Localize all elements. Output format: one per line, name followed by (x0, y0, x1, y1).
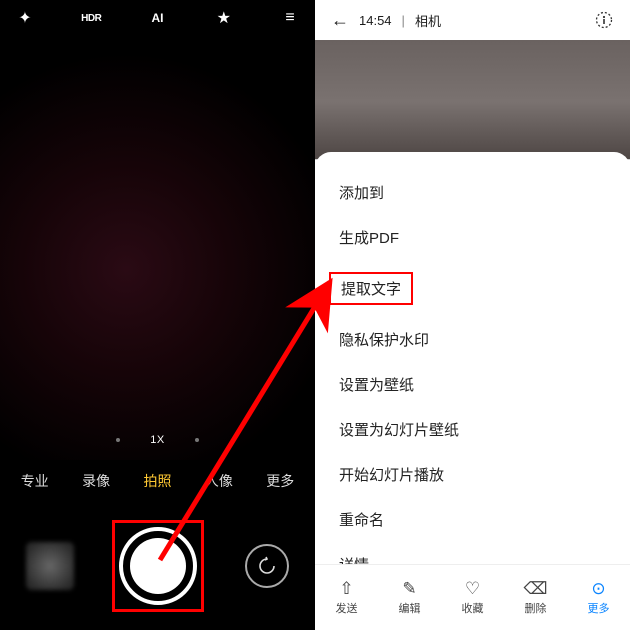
header-time: 14:54 (359, 13, 392, 28)
bottom-label: 收藏 (462, 600, 484, 616)
header-divider: | (402, 13, 405, 28)
sheet-item-start-slideshow[interactable]: 开始幻灯片播放 (315, 452, 630, 497)
gallery-pane: ← 14:54 | 相机 添加到 生成PDF 提取文字 隐私保护水印 设置为壁纸… (315, 0, 630, 630)
shutter-button[interactable] (119, 527, 197, 605)
zoom-controls: 1X (0, 434, 315, 446)
filter-icon[interactable]: ★ (213, 8, 235, 28)
mode-portrait[interactable]: 人像 (202, 471, 236, 491)
switch-camera-button[interactable] (245, 544, 289, 588)
zoom-wide-icon[interactable] (116, 438, 120, 442)
mode-video[interactable]: 录像 (79, 471, 113, 491)
bottom-favorite[interactable]: ♡ 收藏 (448, 580, 498, 616)
bottom-delete[interactable]: ⌫ 删除 (511, 580, 561, 616)
gallery-bottom-bar: ⇧ 发送 ✎ 编辑 ♡ 收藏 ⌫ 删除 ⊙ 更多 (315, 564, 630, 630)
zoom-tele-icon[interactable] (195, 438, 199, 442)
menu-icon[interactable]: ≡ (279, 9, 301, 27)
edit-icon: ✎ (402, 580, 416, 597)
bottom-label: 发送 (336, 600, 358, 616)
mode-pro[interactable]: 专业 (18, 471, 52, 491)
mode-more[interactable]: 更多 (263, 471, 297, 491)
switch-camera-icon (257, 556, 277, 576)
sheet-item-slideshow-wallpaper[interactable]: 设置为幻灯片壁纸 (315, 407, 630, 452)
sheet-item-details[interactable]: 详情 (315, 542, 630, 564)
sheet-item-add-to[interactable]: 添加到 (315, 170, 630, 215)
ai-icon[interactable]: AI (147, 11, 169, 25)
sheet-item-rename[interactable]: 重命名 (315, 497, 630, 542)
header-source: 相机 (415, 11, 441, 30)
viewfinder[interactable]: 1X (0, 36, 315, 460)
send-icon: ⇧ (339, 580, 353, 597)
zoom-level[interactable]: 1X (150, 434, 164, 446)
bottom-label: 删除 (525, 600, 547, 616)
bottom-send[interactable]: ⇧ 发送 (322, 580, 372, 616)
flash-icon[interactable]: ✦ (14, 8, 36, 28)
sheet-item-wallpaper[interactable]: 设置为壁纸 (315, 362, 630, 407)
highlight-box-extract-text: 提取文字 (329, 272, 413, 305)
bottom-label: 编辑 (399, 600, 421, 616)
mode-photo[interactable]: 拍照 (140, 471, 174, 491)
more-icon: ⊙ (591, 580, 605, 597)
info-icon[interactable] (594, 10, 614, 30)
back-icon[interactable]: ← (331, 10, 349, 31)
gallery-header: ← 14:54 | 相机 (315, 0, 630, 40)
heart-icon: ♡ (465, 580, 480, 597)
gallery-thumbnail[interactable] (26, 542, 74, 590)
bottom-more[interactable]: ⊙ 更多 (574, 580, 624, 616)
sheet-item-generate-pdf[interactable]: 生成PDF (315, 215, 630, 260)
mode-selector[interactable]: 专业 录像 拍照 人像 更多 (0, 460, 315, 502)
hdr-icon[interactable]: HDR (80, 13, 102, 24)
sheet-item-watermark[interactable]: 隐私保护水印 (315, 317, 630, 362)
bottom-edit[interactable]: ✎ 编辑 (385, 580, 435, 616)
sheet-item-extract-text[interactable]: 提取文字 (315, 260, 630, 317)
image-preview[interactable] (315, 40, 630, 160)
camera-bottom-bar (0, 502, 315, 630)
trash-icon: ⌫ (523, 580, 547, 597)
camera-pane: ✦ HDR AI ★ ≡ 1X 专业 录像 拍照 人像 更多 (0, 0, 315, 630)
action-sheet: 添加到 生成PDF 提取文字 隐私保护水印 设置为壁纸 设置为幻灯片壁纸 开始幻… (315, 152, 630, 564)
camera-top-bar: ✦ HDR AI ★ ≡ (0, 0, 315, 36)
bottom-label: 更多 (588, 600, 610, 616)
shutter-inner-icon (130, 538, 186, 594)
